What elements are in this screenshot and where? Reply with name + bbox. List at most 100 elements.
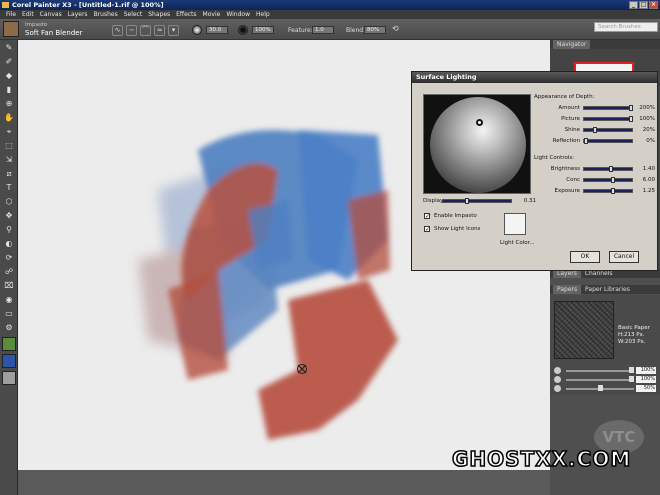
menu-brushes[interactable]: Brushes bbox=[91, 10, 121, 19]
paper-info: Basic Paper H:213 Px. W:203 Px. bbox=[618, 325, 650, 346]
depth-amount-slider[interactable] bbox=[583, 105, 633, 111]
brush-tool-icon[interactable]: ✎ bbox=[2, 42, 16, 54]
show-light-icons-checkbox[interactable]: ✓ bbox=[424, 226, 430, 233]
window-controls: _ □ × bbox=[629, 1, 658, 9]
tab-channels[interactable]: Channels bbox=[585, 270, 613, 277]
settings-tool-icon[interactable]: ⚙ bbox=[2, 322, 16, 334]
slider-thumb[interactable] bbox=[629, 376, 634, 382]
menu-canvas[interactable]: Canvas bbox=[37, 10, 65, 19]
display-slider[interactable] bbox=[442, 198, 512, 204]
show-light-icons-label: Show Light Icons bbox=[434, 226, 481, 232]
minimize-button[interactable]: _ bbox=[629, 1, 638, 9]
brightness-value[interactable]: 50% bbox=[636, 385, 656, 392]
paper-name: Basic Paper bbox=[618, 325, 650, 331]
dialog-title: Surface Lighting bbox=[412, 72, 657, 83]
enable-impasto-checkbox[interactable]: ✓ bbox=[424, 213, 430, 220]
search-brushes-input[interactable]: Search Brushes bbox=[594, 22, 658, 32]
stroke-type-group: ∿ ∽ ⌒ ≈ ▾ bbox=[112, 24, 179, 36]
light-exposure-slider[interactable] bbox=[583, 188, 633, 194]
display-value: 0.31 bbox=[523, 198, 536, 204]
menu-effects[interactable]: Effects bbox=[173, 10, 199, 19]
papers-panel: Basic Paper H:213 Px. W:203 Px. 100% 100… bbox=[550, 295, 660, 395]
light-preview-sphere[interactable] bbox=[430, 97, 526, 193]
stroke-straight-icon[interactable]: ∽ bbox=[126, 24, 137, 36]
rotate-page-tool-icon[interactable]: ⟳ bbox=[2, 252, 16, 264]
depth-picture-slider[interactable] bbox=[583, 116, 633, 122]
dodge-tool-icon[interactable]: ◐ bbox=[2, 238, 16, 250]
dropper-tool-icon[interactable]: ✐ bbox=[2, 56, 16, 68]
depth-amount-slider-thumb[interactable] bbox=[629, 105, 633, 111]
brush-selector-icon[interactable] bbox=[3, 21, 19, 37]
magnifier-tool-icon[interactable]: ⚲ bbox=[2, 224, 16, 236]
cloner-tool-icon[interactable]: ☍ bbox=[2, 266, 16, 278]
depth-shine-slider[interactable] bbox=[583, 127, 633, 133]
scale-icon bbox=[554, 367, 561, 374]
grabber-tool-icon[interactable]: ✋ bbox=[2, 112, 16, 124]
magic-wand-tool-icon[interactable]: ⧄ bbox=[2, 168, 16, 180]
paper-texture-preview[interactable] bbox=[554, 301, 614, 359]
maximize-button[interactable]: □ bbox=[639, 1, 648, 9]
menu-shapes[interactable]: Shapes bbox=[145, 10, 173, 19]
paper-contrast-slider[interactable]: 100% bbox=[554, 376, 658, 383]
close-button[interactable]: × bbox=[649, 1, 658, 9]
shape-tool-icon[interactable]: ⬡ bbox=[2, 196, 16, 208]
brush-variant[interactable]: Soft Fan Blender bbox=[25, 29, 83, 37]
ok-button[interactable]: OK bbox=[570, 251, 600, 263]
light-exposure-slider-thumb[interactable] bbox=[611, 188, 615, 194]
blend-field[interactable]: 80% bbox=[364, 26, 386, 34]
paper-scale-slider[interactable]: 100% bbox=[554, 367, 658, 374]
scale-value[interactable]: 100% bbox=[636, 367, 656, 374]
size-field[interactable]: 30.0 bbox=[206, 26, 228, 34]
menu-edit[interactable]: Edit bbox=[19, 10, 37, 19]
stroke-freehand-icon[interactable]: ∿ bbox=[112, 24, 123, 36]
menu-file[interactable]: File bbox=[3, 10, 19, 19]
paper-selector-swatch[interactable] bbox=[2, 371, 16, 385]
depth-shine-slider-thumb[interactable] bbox=[593, 127, 597, 133]
tab-paper-libraries[interactable]: Paper Libraries bbox=[585, 286, 630, 293]
display-slider-thumb[interactable] bbox=[465, 198, 469, 204]
light-conc-slider-thumb[interactable] bbox=[611, 177, 615, 183]
feature-field[interactable]: 1.0 bbox=[312, 26, 334, 34]
transform-tool-icon[interactable]: ⌖ bbox=[2, 126, 16, 138]
slider-thumb[interactable] bbox=[629, 367, 634, 373]
light-brightness-slider-thumb[interactable] bbox=[609, 166, 613, 172]
menu-help[interactable]: Help bbox=[253, 10, 273, 19]
tab-papers[interactable]: Papers bbox=[553, 285, 582, 294]
tab-navigator[interactable]: Navigator bbox=[553, 40, 591, 49]
stroke-options-icon[interactable]: ▾ bbox=[168, 24, 179, 36]
reset-tool-icon[interactable]: ⟲ bbox=[392, 24, 399, 33]
divine-proportion-tool-icon[interactable]: ⌧ bbox=[2, 280, 16, 292]
light-color-button[interactable]: Light Color... bbox=[500, 240, 535, 246]
perspective-grid-tool-icon[interactable]: ▭ bbox=[2, 308, 16, 320]
property-bar: Impasto Soft Fan Blender ∿ ∽ ⌒ ≈ ▾ 30.0 … bbox=[0, 19, 660, 40]
main-color-swatch[interactable] bbox=[2, 337, 16, 351]
secondary-color-swatch[interactable] bbox=[2, 354, 16, 368]
layer-adjuster-tool-icon[interactable]: ⊕ bbox=[2, 98, 16, 110]
rectangular-selection-icon[interactable]: ⬚ bbox=[2, 140, 16, 152]
depth-picture-slider-thumb[interactable] bbox=[629, 116, 633, 122]
depth-reflection-slider-thumb[interactable] bbox=[584, 138, 588, 144]
menu-movie[interactable]: Movie bbox=[200, 10, 224, 19]
stroke-curve-icon[interactable]: ⌒ bbox=[140, 24, 151, 36]
mirror-tool-icon[interactable]: ◉ bbox=[2, 294, 16, 306]
opacity-field[interactable]: 100% bbox=[252, 26, 274, 34]
crop-tool-icon[interactable]: ⇲ bbox=[2, 154, 16, 166]
light-brightness-slider[interactable] bbox=[583, 166, 633, 172]
slider-thumb[interactable] bbox=[598, 385, 603, 391]
light-exposure-value: 1.25 bbox=[642, 188, 655, 194]
paper-brightness-slider[interactable]: 50% bbox=[554, 385, 658, 392]
light-color-swatch[interactable] bbox=[504, 213, 526, 235]
paint-bucket-tool-icon[interactable]: ◆ bbox=[2, 70, 16, 82]
eraser-tool-icon[interactable]: ▮ bbox=[2, 84, 16, 96]
text-tool-icon[interactable]: T bbox=[2, 182, 16, 194]
depth-reflection-slider[interactable] bbox=[583, 138, 633, 144]
contrast-value[interactable]: 100% bbox=[636, 376, 656, 383]
pen-tool-icon[interactable]: ✥ bbox=[2, 210, 16, 222]
light-conc-slider[interactable] bbox=[583, 177, 633, 183]
light-source-icon[interactable] bbox=[476, 119, 483, 126]
stroke-wave-icon[interactable]: ≈ bbox=[154, 24, 165, 36]
menu-window[interactable]: Window bbox=[223, 10, 253, 19]
cancel-button[interactable]: Cancel bbox=[609, 251, 639, 263]
menu-select[interactable]: Select bbox=[121, 10, 146, 19]
menu-layers[interactable]: Layers bbox=[65, 10, 91, 19]
